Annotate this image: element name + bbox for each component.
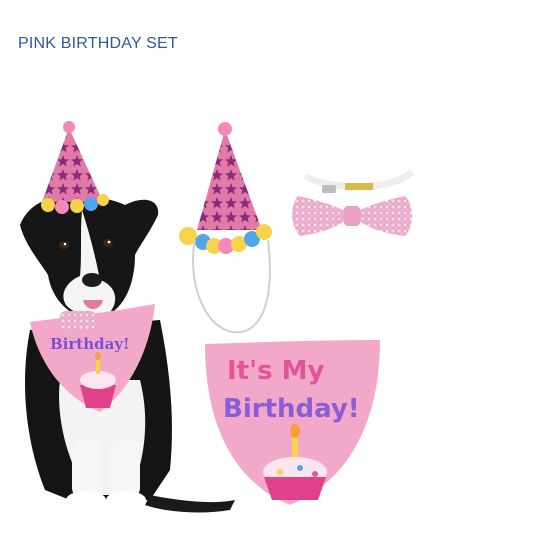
bandana-line2: Birthday!: [223, 394, 360, 424]
bow-tie-collar: [292, 169, 415, 236]
product-image: PINK BIRTHDAY SET Birthday! It's My Birt…: [0, 0, 533, 533]
party-hat: [179, 122, 272, 334]
birthday-bandana: It's My Birthday!: [205, 340, 380, 505]
dog-bandana-text: Birthday!: [50, 335, 130, 353]
product-illustration: Birthday! It's My Birthday!: [20, 121, 415, 513]
dog-party-hat: [41, 121, 109, 214]
bandana-line1: It's My: [227, 356, 324, 386]
